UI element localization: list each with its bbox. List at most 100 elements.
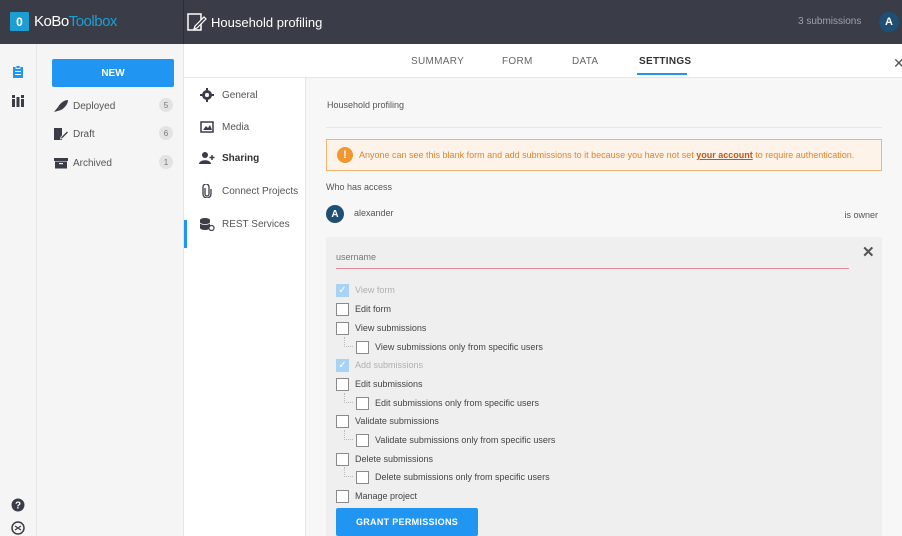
your-account-link[interactable]: your account [696, 150, 753, 160]
close-icon[interactable]: ✕ [893, 55, 902, 72]
permission-checkbox-row[interactable]: Validate submissions [336, 414, 439, 428]
breadcrumb: Household profiling [327, 100, 405, 110]
tab-form[interactable]: FORM [502, 56, 533, 67]
sidebar-item-deployed[interactable]: Deployed 5 [53, 97, 173, 115]
settings-nav-rest-services[interactable]: REST Services [199, 215, 290, 233]
checkbox[interactable] [336, 489, 349, 503]
new-button[interactable]: NEW [52, 59, 174, 87]
user-avatar[interactable]: A [879, 12, 899, 32]
settings-nav-media[interactable]: Media [199, 118, 249, 136]
add-user-permissions-form: ✕ ✓ View form Edit form View submissions Vie… [326, 237, 882, 536]
auth-warning-banner: ! Anyone can see this blank form and add… [326, 139, 882, 171]
sidebar-item-draft[interactable]: Draft 6 [53, 125, 173, 143]
username-input[interactable] [336, 245, 849, 269]
checkbox[interactable] [356, 433, 369, 447]
permission-label: Delete submissions [355, 454, 434, 464]
library-icon[interactable] [11, 94, 25, 108]
close-icon[interactable]: ✕ [862, 243, 875, 261]
tree-connector [344, 467, 353, 477]
settings-nav-general[interactable]: General [199, 86, 258, 104]
permission-checkbox-row[interactable]: Edit submissions only from specific user… [356, 396, 539, 410]
permission-checkbox-row[interactable]: View submissions [336, 321, 426, 335]
warning-icon: ! [337, 147, 353, 163]
checkbox[interactable] [336, 452, 349, 466]
logo-text: KoBoToolbox [34, 13, 117, 30]
permission-label: Add submissions [355, 360, 424, 370]
owner-role: is owner [844, 210, 878, 220]
who-has-access-heading: Who has access [326, 182, 393, 192]
svg-text:?: ? [15, 501, 21, 512]
permission-checkbox-row[interactable]: Edit form [336, 302, 391, 316]
permission-checkbox-row[interactable]: Validate submissions only from specific … [356, 433, 555, 447]
sharing-panel: Household profiling ! Anyone can see thi… [306, 78, 902, 536]
tree-connector [344, 393, 353, 403]
checkbox[interactable] [356, 470, 369, 484]
tree-connector [344, 430, 353, 440]
checkbox[interactable] [336, 321, 349, 335]
checkbox[interactable] [336, 414, 349, 428]
warning-text: Anyone can see this blank form and add s… [359, 150, 855, 160]
forms-icon[interactable] [11, 65, 25, 79]
permission-label: Validate submissions [355, 416, 439, 426]
count-badge: 5 [159, 98, 173, 112]
tab-data[interactable]: DATA [572, 56, 598, 67]
permission-checkbox-row[interactable]: View submissions only from specific user… [356, 340, 543, 354]
sidebar-item-archived[interactable]: Archived 1 [53, 154, 173, 172]
owner-username: alexander [354, 208, 394, 218]
sidebar-item-label: Archived [73, 157, 112, 169]
permission-label: Edit form [355, 304, 392, 314]
divider [183, 0, 184, 44]
divider [326, 127, 882, 128]
avatar: A [326, 205, 344, 223]
count-badge: 1 [159, 155, 173, 169]
project-title: Household profiling [211, 15, 323, 30]
settings-nav-label: Sharing [222, 152, 260, 164]
settings-nav-sharing[interactable]: Sharing [199, 149, 259, 167]
settings-nav-label: Media [222, 121, 250, 133]
permission-label: Manage project [355, 491, 418, 501]
checked-checkbox: ✓ [336, 283, 349, 297]
rocket-icon [54, 100, 68, 112]
settings-nav: General Media Sharing Connect Projects R… [184, 78, 306, 536]
checkbox[interactable] [356, 340, 369, 354]
active-indicator [184, 220, 187, 248]
permission-checkbox-row[interactable]: Delete submissions [336, 452, 433, 466]
submissions-count: 3 submissions [798, 16, 862, 27]
permission-checkbox-row[interactable]: Delete submissions only from specific us… [356, 470, 550, 484]
settings-nav-connect-projects[interactable]: Connect Projects [199, 182, 298, 200]
logo-mark: 0 [10, 12, 29, 31]
form-edit-icon [187, 13, 207, 31]
checkbox[interactable] [336, 302, 349, 316]
settings-nav-label: Connect Projects [222, 185, 299, 197]
project-tabs: SUMMARY FORM DATA SETTINGS [184, 44, 902, 78]
permission-label: Edit submissions [355, 379, 423, 389]
database-icon [199, 217, 215, 231]
permission-label: View form [355, 285, 395, 295]
language-icon[interactable] [11, 521, 25, 535]
help-icon[interactable]: ? [11, 498, 25, 512]
sidebar: NEW Deployed 5 Draft 6 Archived 1 [37, 44, 184, 536]
checkbox[interactable] [356, 396, 369, 410]
settings-nav-label: General [222, 89, 258, 101]
count-badge: 6 [159, 126, 173, 140]
tab-summary[interactable]: SUMMARY [411, 56, 464, 67]
paperclip-icon [199, 184, 215, 198]
active-tab-indicator [637, 73, 687, 75]
draft-icon [54, 128, 69, 140]
permission-checkbox-row[interactable]: Manage project [336, 489, 417, 503]
archive-icon [54, 158, 68, 169]
sidebar-item-label: Deployed [73, 100, 116, 112]
permission-label: Delete submissions only from specific us… [375, 472, 550, 482]
permission-label: Validate submissions only from specific … [375, 435, 556, 445]
grant-permissions-button[interactable]: GRANT PERMISSIONS [336, 508, 478, 536]
gear-icon [199, 88, 215, 102]
kobotoolbox-logo[interactable]: 0 KoBoToolbox [10, 12, 117, 31]
permission-checkbox-row: ✓ Add submissions [336, 358, 423, 372]
checkbox[interactable] [336, 377, 349, 391]
tab-settings[interactable]: SETTINGS [639, 56, 691, 67]
tree-connector [344, 337, 353, 347]
permission-checkbox-row: ✓ View form [336, 283, 395, 297]
owner-row: A alexander is owner [326, 205, 882, 225]
left-rail: ? [0, 44, 37, 536]
permission-checkbox-row[interactable]: Edit submissions [336, 377, 423, 391]
